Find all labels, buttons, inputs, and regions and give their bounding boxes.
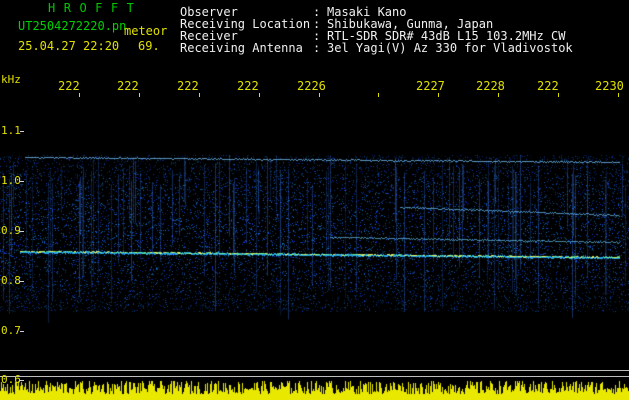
y-tick-label: 1.0 xyxy=(1,174,21,187)
y-tick-label: 0.7 xyxy=(1,324,21,337)
y-tick-mark xyxy=(20,231,24,232)
info-value-antenna: 3el Yagi(V) Az 330 for Vladivostok xyxy=(327,41,573,55)
x-tick-label: 2228 xyxy=(476,79,505,93)
info-sep: : xyxy=(313,41,321,55)
x-tick-mark xyxy=(259,93,260,97)
y-tick-mark xyxy=(20,281,24,282)
y-tick-mark xyxy=(20,181,24,182)
y-tick-mark xyxy=(20,380,24,381)
x-tick-mark xyxy=(618,93,619,97)
x-tick-mark xyxy=(199,93,200,97)
x-tick-label: 222 xyxy=(237,79,259,93)
x-tick-mark xyxy=(319,93,320,97)
info-label-antenna: Receiving Antenna xyxy=(180,41,303,55)
y-axis-unit: kHz xyxy=(1,73,21,86)
count-label: 69. xyxy=(138,39,160,53)
y-tick-label: 0.9 xyxy=(1,224,21,237)
baseline-line xyxy=(0,376,629,377)
x-tick-mark xyxy=(558,93,559,97)
y-tick-label: 1.1 xyxy=(1,124,21,137)
spectrogram xyxy=(0,97,629,400)
y-tick-mark xyxy=(20,131,24,132)
x-tick-label: 2226 xyxy=(297,79,326,93)
x-tick-mark xyxy=(438,93,439,97)
filename-label: UT2504272220.pn xyxy=(18,19,127,33)
tag-label: meteor xyxy=(124,24,168,38)
brand-label: HROFFT xyxy=(48,1,143,15)
y-tick-label: 0.8 xyxy=(1,274,21,287)
x-tick-label: 222 xyxy=(58,79,80,93)
y-tick-label: 0.6 xyxy=(1,373,21,386)
datetime-label: 25.04.27 22:20 xyxy=(18,39,120,53)
x-tick-mark xyxy=(139,93,140,97)
y-tick-mark xyxy=(20,331,24,332)
x-tick-mark xyxy=(498,93,499,97)
x-tick-mark xyxy=(378,93,379,97)
x-tick-label: 2227 xyxy=(416,79,445,93)
x-tick-mark xyxy=(79,93,80,97)
x-tick-label: 222 xyxy=(117,79,139,93)
x-tick-label: 222 xyxy=(537,79,559,93)
x-tick-label: 2230 xyxy=(595,79,624,93)
header-panel: HROFFT UT2504272220.pn meteor 25.04.27 2… xyxy=(0,0,629,70)
x-tick-label: 222 xyxy=(177,79,199,93)
baseline-line xyxy=(0,370,629,371)
